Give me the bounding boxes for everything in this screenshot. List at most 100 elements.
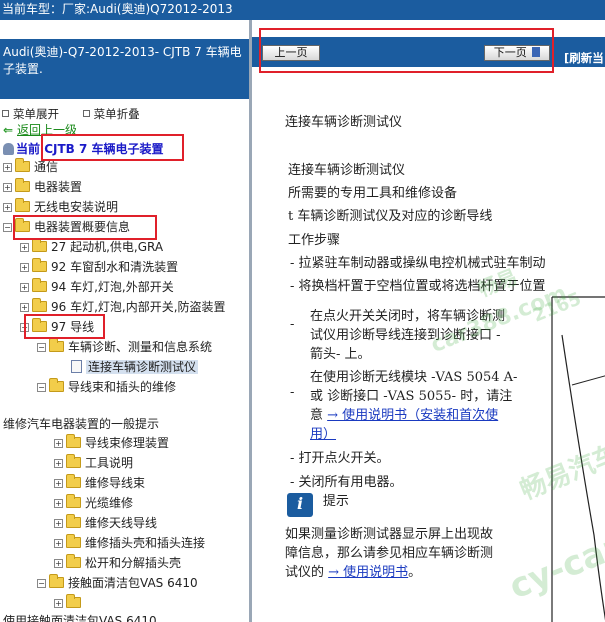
tree-item-communication[interactable]: + 通信	[3, 158, 58, 176]
folder-icon	[32, 258, 47, 272]
tree-item-94[interactable]: +94 车灯,灯泡,外部开关	[20, 278, 174, 296]
info-icon: i	[287, 493, 313, 517]
tree-item-label: 维修天线导线	[85, 516, 158, 530]
collapse-minus-icon[interactable]: −	[37, 579, 46, 588]
tree-item-label: 电器装置概要信息	[34, 220, 131, 234]
step-4-prefix: 意	[310, 408, 328, 423]
tree-item-connector-housing[interactable]: + 维修插头壳和插头连接	[54, 534, 205, 552]
doc-title: 连接车辆诊断测试仪	[285, 115, 403, 130]
tree-item-harness-repair[interactable]: − 导线束和插头的维修	[37, 378, 176, 396]
tree-item-tools[interactable]: + 工具说明	[54, 454, 133, 472]
tree-item-label: 通信	[34, 160, 59, 174]
step-1: - 拉紧驻车制动器或操纵电控机械式驻车制动	[290, 256, 546, 271]
tree-item-radio[interactable]: + 无线电安装说明	[3, 198, 118, 216]
expand-menu-label: 菜单展开	[13, 107, 59, 121]
back-link[interactable]: ⇐ 返回上一级	[3, 121, 77, 138]
manual-link-tip[interactable]: → 使用说明书	[328, 565, 408, 580]
tree-item-general-tips[interactable]: 维修汽车电器装置的一般提示	[3, 415, 159, 433]
tree-item-label: 导线束修理装置	[85, 436, 170, 450]
tree-item-use-cleaning-kit[interactable]: 使用接触面清洁包VAS 6410	[3, 612, 157, 622]
folder-icon	[66, 594, 81, 608]
step-3-line-3: 箭头- 上。	[310, 347, 371, 362]
next-page-button[interactable]: 下一页	[484, 45, 550, 61]
tree-item-label: 使用接触面清洁包VAS 6410	[3, 614, 157, 622]
folder-icon	[32, 238, 47, 252]
tree-item-electrical[interactable]: + 电器装置	[3, 178, 82, 196]
tree-item-label: 维修导线束	[85, 476, 146, 490]
collapse-icon	[82, 110, 90, 117]
expand-plus-icon[interactable]: +	[3, 183, 12, 192]
expand-plus-icon[interactable]: +	[54, 559, 63, 568]
tree-item-label: 97 导线	[51, 320, 95, 334]
expand-plus-icon[interactable]: +	[20, 263, 29, 272]
connector-diagram	[551, 296, 605, 622]
step-3-line-1: 在点火开关关闭时，将车辆诊断测	[310, 309, 506, 324]
tree-item-97[interactable]: − 97 导线	[20, 318, 94, 336]
folder-icon	[66, 554, 81, 568]
refresh-link[interactable]: [刷新当	[564, 50, 604, 66]
tree-item-92[interactable]: +92 车窗刮水和清洗装置	[20, 258, 178, 276]
expand-plus-icon[interactable]: +	[54, 459, 63, 468]
tree-item-cleaning-kit[interactable]: − 接触面清洁包VAS 6410	[37, 574, 198, 592]
step-3-dash: -	[290, 317, 295, 332]
tree-item-connect-tester[interactable]: 连接车辆诊断测试仪	[71, 358, 199, 376]
expand-plus-icon[interactable]: +	[54, 439, 63, 448]
collapse-menu-button[interactable]: 菜单折叠	[82, 107, 150, 121]
menu-toggle-row: 菜单展开 菜单折叠	[2, 106, 160, 122]
step-4-line-3: 意 → 使用说明书（安装和首次使	[310, 404, 498, 423]
expand-plus-icon[interactable]: +	[20, 243, 29, 252]
expand-plus-icon[interactable]: +	[54, 539, 63, 548]
folder-icon	[15, 198, 30, 212]
step-2: - 将换档杆置于空档位置或将选档杆置于位置	[290, 279, 546, 294]
folder-open-icon	[49, 378, 64, 392]
folder-open-icon	[15, 218, 30, 232]
tree-item-empty[interactable]: +	[54, 594, 85, 612]
document-content: 连接车辆诊断测试仪 连接车辆诊断测试仪 所需要的专用工具和维修设备 t 车辆诊断…	[252, 67, 605, 622]
tree-item-antenna[interactable]: + 维修天线导线	[54, 514, 157, 532]
expand-plus-icon[interactable]: +	[54, 519, 63, 528]
tree-item-fiber[interactable]: + 光缆维修	[54, 494, 133, 512]
tree-item-repair-harness[interactable]: + 维修导线束	[54, 474, 145, 492]
tree-item-label: 92 车窗刮水和清洗装置	[51, 260, 179, 274]
expand-plus-icon[interactable]: +	[54, 599, 63, 608]
expand-plus-icon[interactable]: +	[3, 203, 12, 212]
folder-icon	[66, 474, 81, 488]
tree-item-label: 电器装置	[34, 180, 83, 194]
steps-heading: 工作步骤	[288, 233, 341, 248]
expand-plus-icon[interactable]: +	[54, 479, 63, 488]
tree-item-label: 无线电安装说明	[34, 200, 119, 214]
tree-item-96[interactable]: +96 车灯,灯泡,内部开关,防盗装置	[20, 298, 226, 316]
collapse-minus-icon[interactable]: −	[37, 383, 46, 392]
expand-plus-icon[interactable]: +	[3, 163, 12, 172]
step-5: - 打开点火开关。	[290, 451, 390, 466]
sidebar: Audi(奥迪)-Q7-2012-2013- CJTB 7 车辆电子装置. 菜单…	[0, 20, 249, 622]
tree-item-label: 工具说明	[85, 456, 134, 470]
sidebar-heading: Audi(奥迪)-Q7-2012-2013- CJTB 7 车辆电子装置.	[0, 39, 249, 99]
prev-page-button[interactable]: 上一页	[262, 45, 320, 61]
collapse-minus-icon[interactable]: −	[20, 323, 29, 332]
folder-open-icon	[49, 338, 64, 352]
arrow-right-icon	[532, 47, 541, 57]
tree-item-label: 车辆诊断、测量和信息系统	[68, 340, 213, 354]
tool-item: t 车辆诊断测试仪及对应的诊断导线	[288, 209, 493, 224]
tree-item-diagnostics[interactable]: − 车辆诊断、测量和信息系统	[37, 338, 212, 356]
step-4-line-4: 用）	[310, 423, 336, 442]
tree-item-disassemble[interactable]: + 松开和分解插头壳	[54, 554, 181, 572]
expand-plus-icon[interactable]: +	[54, 499, 63, 508]
manual-link-install[interactable]: → 使用说明书（安装和首次使	[327, 408, 498, 423]
expand-plus-icon[interactable]: +	[20, 283, 29, 292]
document-icon	[71, 360, 82, 373]
tip-line-1: 如果测量诊断测试器显示屏上出现故	[285, 527, 494, 542]
manual-link-install-cont[interactable]: 用）	[310, 427, 336, 442]
expand-plus-icon[interactable]: +	[20, 303, 29, 312]
tree-item-label: 松开和分解插头壳	[85, 556, 182, 570]
collapse-minus-icon[interactable]: −	[37, 343, 46, 352]
expand-menu-button[interactable]: 菜单展开	[2, 107, 69, 121]
tree-item-27[interactable]: +27 起动机,供电,GRA	[20, 238, 163, 256]
tree-item-label: 维修汽车电器装置的一般提示	[3, 417, 160, 431]
next-page-label: 下一页	[493, 46, 527, 59]
folder-icon	[66, 434, 81, 448]
tree-item-electrical-overview[interactable]: − 电器装置概要信息	[3, 218, 130, 236]
collapse-minus-icon[interactable]: −	[3, 223, 12, 232]
tree-item-harness-kit[interactable]: + 导线束修理装置	[54, 434, 169, 452]
